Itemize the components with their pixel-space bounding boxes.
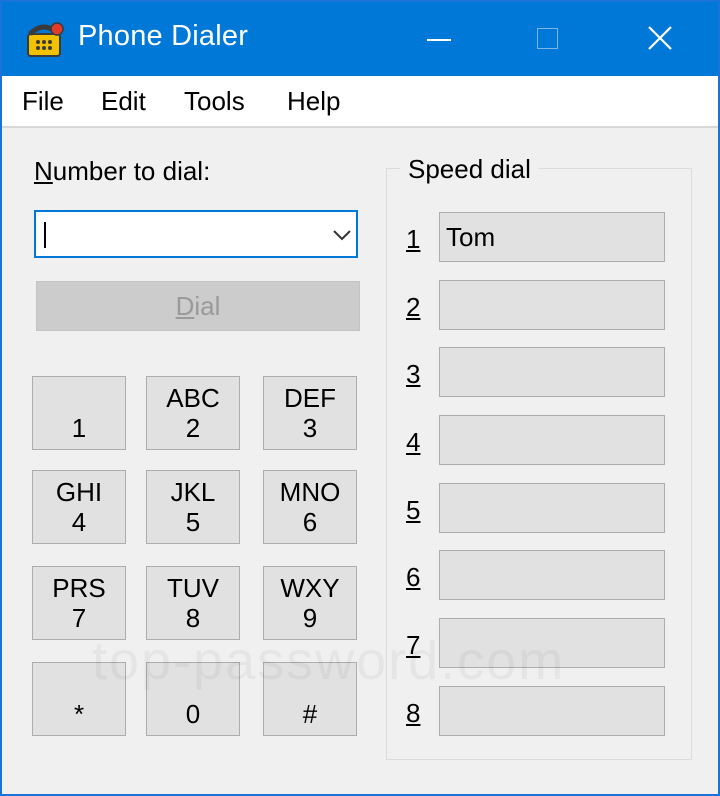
menu-bar: File Edit Tools Help	[2, 76, 718, 128]
dial-mnemonic: D	[175, 291, 195, 321]
number-label-mnemonic: N	[34, 156, 53, 186]
key-digit: 9	[302, 603, 318, 633]
chevron-down-icon[interactable]	[332, 228, 352, 242]
speed-dial-number-5: 5	[406, 495, 421, 525]
maximize-button[interactable]	[499, 2, 595, 76]
speed-dial-number-4: 4	[406, 427, 421, 457]
phone-dialer-app-icon	[24, 20, 66, 60]
key-digit: 8	[185, 603, 201, 633]
key-letters: PRS	[52, 573, 106, 603]
key-digit: 4	[71, 507, 87, 537]
key-4[interactable]: GHI 4	[32, 470, 126, 544]
key-9[interactable]: WXY 9	[263, 566, 357, 640]
key-letters	[264, 669, 356, 699]
speed-dial-button-8[interactable]	[439, 686, 665, 736]
key-digit: 1	[71, 413, 87, 443]
key-digit: 5	[185, 507, 201, 537]
speed-dial-number-7: 7	[406, 630, 421, 660]
key-7[interactable]: PRS 7	[32, 566, 126, 640]
menu-tools[interactable]: Tools	[184, 86, 245, 117]
key-5[interactable]: JKL 5	[146, 470, 240, 544]
key-letters: MNO	[279, 477, 341, 507]
menu-file[interactable]: File	[22, 86, 64, 117]
key-letters: WXY	[280, 573, 340, 603]
key-letters: ABC	[166, 383, 220, 413]
key-6[interactable]: MNO 6	[263, 470, 357, 544]
speed-dial-number-8: 8	[406, 698, 421, 728]
close-button[interactable]	[612, 2, 708, 76]
speed-dial-button-2[interactable]	[439, 280, 665, 330]
number-to-dial-label: Number to dial:	[34, 156, 210, 187]
key-digit: 7	[71, 603, 87, 633]
speed-dial-button-7[interactable]	[439, 618, 665, 668]
key-0[interactable]: 0	[146, 662, 240, 736]
speed-dial-button-6[interactable]	[439, 550, 665, 600]
dial-label: ial	[194, 291, 221, 321]
minimize-button[interactable]	[391, 2, 487, 76]
speed-dial-button-1[interactable]: Tom	[439, 212, 665, 262]
key-letters	[33, 383, 125, 413]
speed-dial-number-6: 6	[406, 562, 421, 592]
number-input[interactable]	[48, 218, 322, 254]
key-2[interactable]: ABC 2	[146, 376, 240, 450]
window-title: Phone Dialer	[78, 20, 249, 52]
close-icon	[648, 26, 672, 50]
title-bar[interactable]: Phone Dialer	[2, 2, 718, 76]
key-digit: 0	[185, 699, 201, 729]
number-to-dial-combobox[interactable]	[34, 210, 358, 258]
speed-dial-title: Speed dial	[400, 154, 539, 185]
key-digit: 3	[302, 413, 318, 443]
key-hash[interactable]: #	[263, 662, 357, 736]
speed-dial-button-3[interactable]	[439, 347, 665, 397]
key-star[interactable]: *	[32, 662, 126, 736]
text-caret	[44, 222, 46, 248]
key-8[interactable]: TUV 8	[146, 566, 240, 640]
speed-dial-button-4[interactable]	[439, 415, 665, 465]
key-3[interactable]: DEF 3	[263, 376, 357, 450]
key-digit: #	[302, 699, 318, 729]
key-digit: *	[73, 699, 85, 729]
key-letters: GHI	[55, 477, 103, 507]
phone-dialer-window: Phone Dialer File Edit Tools Help Number…	[0, 0, 720, 796]
menu-edit[interactable]: Edit	[101, 86, 146, 117]
speed-dial-button-5[interactable]	[439, 483, 665, 533]
speed-dial-number-1: 1	[406, 224, 421, 254]
key-letters	[147, 669, 239, 699]
menu-help[interactable]: Help	[287, 86, 340, 117]
key-letters: JKL	[170, 477, 216, 507]
key-1[interactable]: 1	[32, 376, 126, 450]
key-digit: 6	[302, 507, 318, 537]
key-digit: 2	[185, 413, 201, 443]
number-label-text: umber to dial:	[52, 156, 211, 186]
speed-dial-number-3: 3	[406, 359, 421, 389]
speed-dial-number-2: 2	[406, 292, 421, 322]
key-letters	[33, 669, 125, 699]
dial-button[interactable]: Dial	[36, 281, 360, 331]
key-letters: TUV	[167, 573, 219, 603]
key-letters: DEF	[284, 383, 336, 413]
